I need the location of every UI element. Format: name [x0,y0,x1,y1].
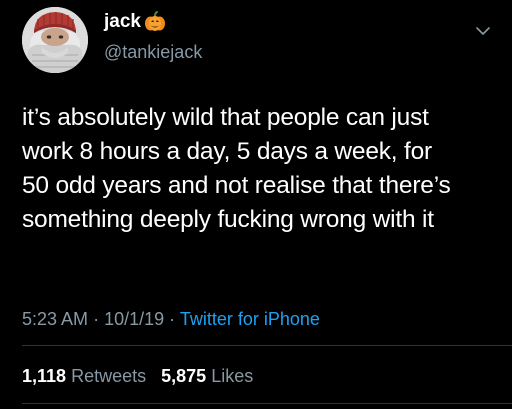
avatar-image [22,7,88,73]
tweet-source-link[interactable]: Twitter for iPhone [180,309,320,329]
tweet-card: jack @tankiejack it’s absolutely wild th… [0,0,512,409]
avatar[interactable] [22,7,88,73]
pumpkin-icon [144,11,166,33]
likes-stat[interactable]: 5,875 Likes [161,365,253,387]
likes-label: Likes [211,366,254,386]
retweets-label: Retweets [71,366,147,386]
meta-separator: · [93,309,100,329]
likes-count: 5,875 [161,366,207,386]
tweet-text: it’s absolutely wild that people can jus… [22,101,492,237]
author-name-row[interactable]: jack [104,11,166,33]
tweet-time[interactable]: 5:23 AM [22,309,88,329]
tweet-text-line: something deeply fucking wrong with it [22,206,434,233]
divider [22,403,512,404]
tweet-text-line: work 8 hours a day, 5 days a week, for [22,138,433,165]
tweet-text-line: 50 odd years and not realise that there’… [22,172,451,199]
engagement-stats: 1,118 Retweets 5,875 Likes [22,365,253,387]
display-name[interactable]: jack [104,11,141,33]
divider [22,345,512,346]
tweet-meta: 5:23 AM · 10/1/19 · Twitter for iPhone [22,308,320,330]
meta-separator: · [169,309,176,329]
retweets-count: 1,118 [22,366,67,386]
user-handle[interactable]: @tankiejack [104,41,202,63]
tweet-text-line: it’s absolutely wild that people can jus… [22,104,429,131]
tweet-date[interactable]: 10/1/19 [104,309,164,329]
retweets-stat[interactable]: 1,118 Retweets [22,365,146,387]
chevron-down-icon[interactable] [474,22,492,40]
